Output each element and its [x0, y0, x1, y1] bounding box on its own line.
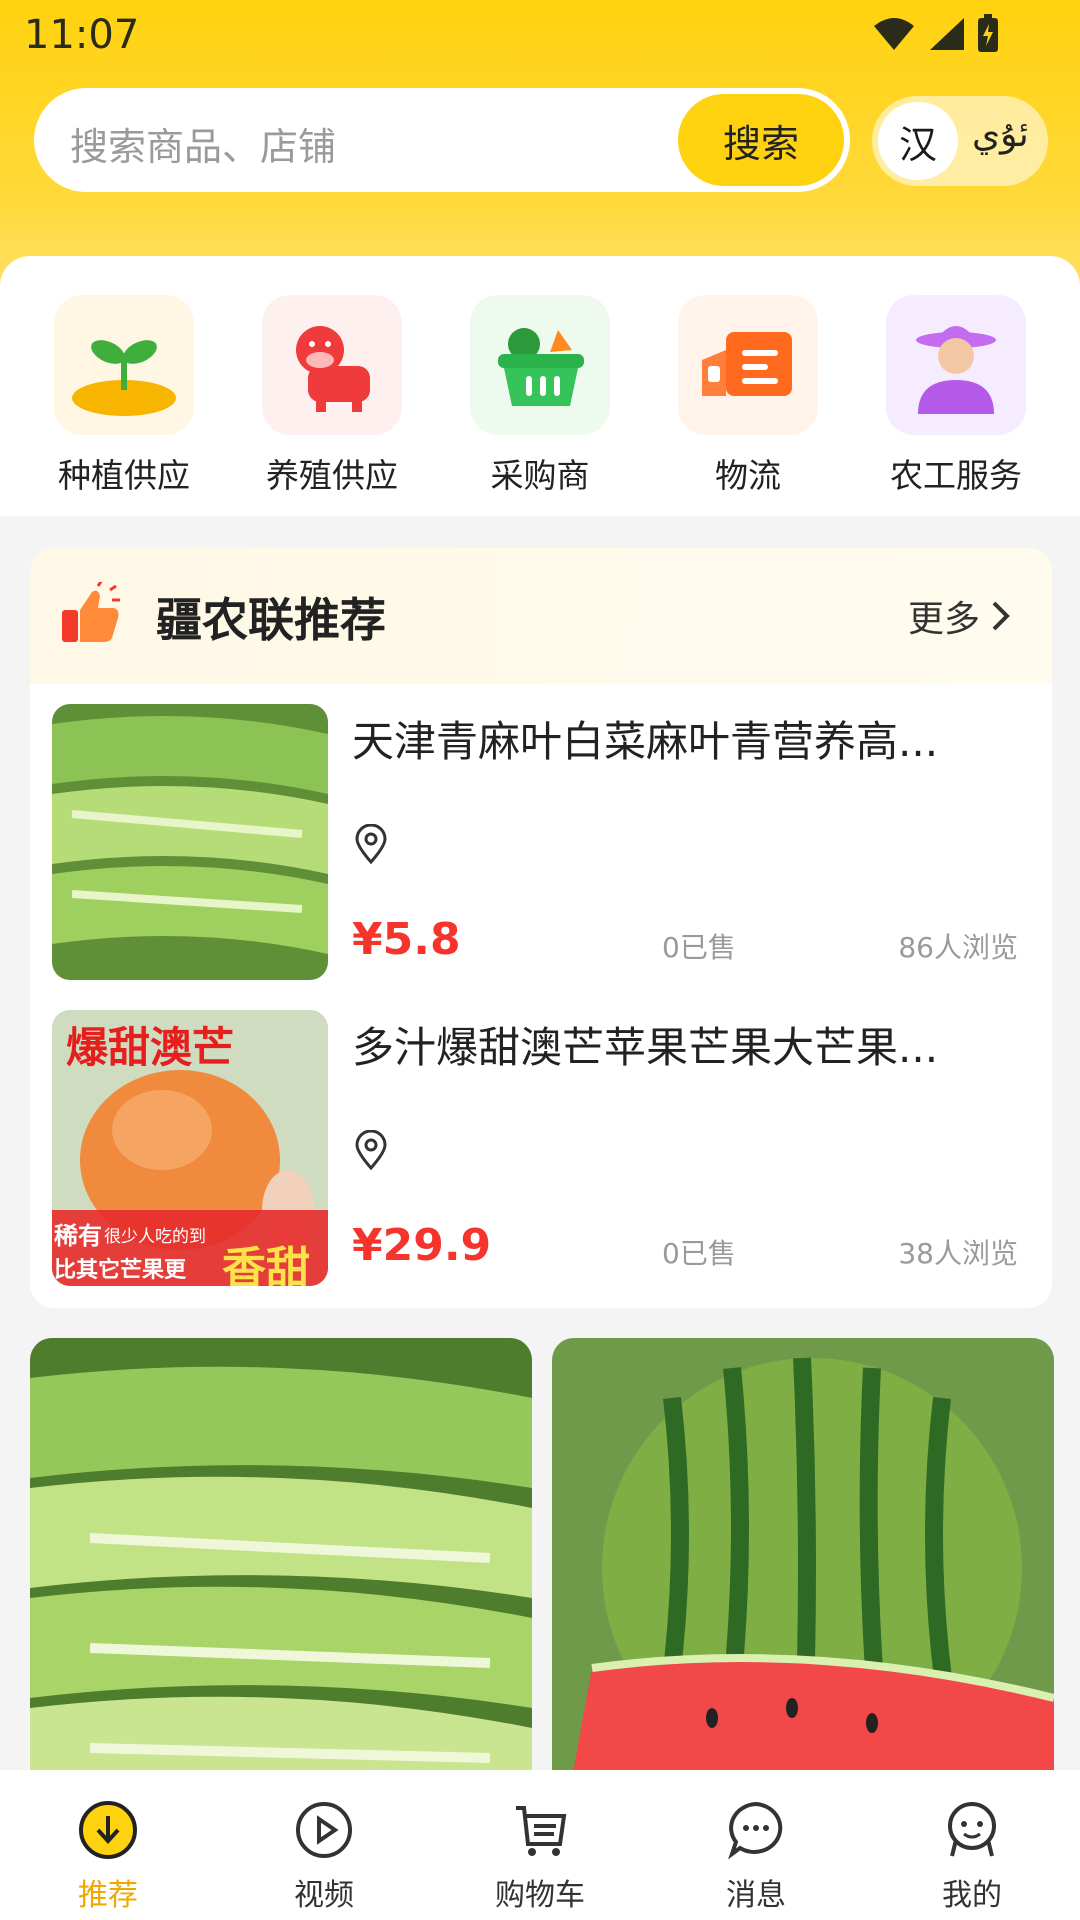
- sprout-icon: [54, 295, 194, 435]
- tab-label: 我的: [942, 1878, 1002, 1913]
- category-planting[interactable]: 种植供应: [34, 295, 214, 497]
- cabbage-tile-image: [30, 1338, 532, 1778]
- language-uyghur-button[interactable]: ئۇي: [972, 114, 1029, 155]
- tab-label: 购物车: [495, 1878, 585, 1913]
- play-icon: [296, 1802, 352, 1858]
- bottom-tab-bar: 推荐 视频 购物车 消息 我的: [0, 1770, 1080, 1920]
- recommend-section: 疆农联推荐 更多 天津青麻叶白菜麻叶青营养高... ¥5.8 0已售 86人浏览: [30, 548, 1052, 1308]
- tab-profile[interactable]: 我的: [892, 1800, 1052, 1914]
- location-pin-icon: [355, 1130, 387, 1170]
- category-grid: 种植供应 养殖供应 采购商 物流 农工服务: [0, 295, 1080, 497]
- status-icons: [872, 14, 1000, 54]
- mango-image-sweet: 香甜: [222, 1243, 310, 1286]
- product-sold: 0已售: [662, 1237, 736, 1270]
- profile-icon: [948, 1801, 996, 1857]
- more-label: 更多: [907, 599, 980, 640]
- product-tile-cabbage[interactable]: [30, 1338, 532, 1778]
- wifi-icon: [874, 18, 914, 50]
- product-views: 38人浏览: [898, 1237, 1018, 1270]
- product-image-cabbage: [52, 704, 328, 980]
- battery-icon: [978, 14, 998, 52]
- category-label: 农工服务: [890, 456, 1022, 495]
- product-tile-watermelon[interactable]: [552, 1338, 1054, 1778]
- language-chinese-button[interactable]: 汉: [878, 102, 958, 180]
- category-logistics[interactable]: 物流: [658, 295, 838, 497]
- category-label: 养殖供应: [266, 456, 398, 495]
- chevron-right-icon: [992, 601, 1010, 631]
- message-icon: [728, 1801, 783, 1860]
- location-pin-icon: [355, 824, 387, 864]
- mango-image-few: 很少人吃的到: [104, 1227, 206, 1247]
- mango-image-compare: 比其它芒果更: [54, 1258, 187, 1283]
- search-input[interactable]: 搜索商品、店铺: [70, 116, 336, 171]
- language-toggle[interactable]: 汉 ئۇي: [872, 96, 1048, 186]
- product-name: 天津青麻叶白菜麻叶青营养高...: [352, 717, 939, 766]
- watermelon-tile-image: [552, 1338, 1054, 1778]
- mango-image-headline: 爆甜澳芒: [66, 1023, 235, 1072]
- thumbs-up-icon: [62, 582, 120, 642]
- category-farm-service[interactable]: 农工服务: [866, 295, 1046, 497]
- mango-image-rare: 稀有: [54, 1222, 102, 1250]
- category-label: 种植供应: [58, 456, 190, 495]
- tab-label: 视频: [294, 1878, 354, 1913]
- search-button[interactable]: 搜索: [678, 94, 844, 186]
- product-image-mango: 爆甜澳芒 稀有 很少人吃的到 比其它芒果更 香甜: [52, 1010, 328, 1286]
- cow-icon: [262, 295, 402, 435]
- product-item[interactable]: 天津青麻叶白菜麻叶青营养高... ¥5.8 0已售 86人浏览: [52, 704, 1032, 980]
- product-views: 86人浏览: [898, 931, 1018, 964]
- category-breeding[interactable]: 养殖供应: [242, 295, 422, 497]
- category-label: 物流: [715, 456, 781, 495]
- tab-messages[interactable]: 消息: [676, 1800, 836, 1914]
- cart-icon: [516, 1806, 567, 1856]
- signal-icon: [930, 18, 964, 50]
- category-buyer[interactable]: 采购商: [450, 295, 630, 497]
- category-label: 采购商: [490, 456, 590, 495]
- search-bar[interactable]: 搜索商品、店铺 搜索: [34, 88, 850, 192]
- download-circle-icon: [79, 1801, 137, 1859]
- tab-label: 推荐: [78, 1878, 138, 1913]
- recommend-title: 疆农联推荐: [156, 593, 386, 647]
- status-bar: 11:07: [0, 0, 1080, 76]
- product-item[interactable]: 爆甜澳芒 稀有 很少人吃的到 比其它芒果更 香甜 多汁爆甜澳芒苹果芒果大芒果..…: [52, 1010, 1032, 1286]
- product-sold: 0已售: [662, 931, 736, 964]
- tab-label: 消息: [726, 1878, 786, 1913]
- more-link[interactable]: 更多: [908, 590, 1012, 642]
- tab-video[interactable]: 视频: [244, 1800, 404, 1914]
- recommend-header: 疆农联推荐 更多: [30, 548, 1052, 684]
- tab-cart[interactable]: 购物车: [460, 1800, 620, 1914]
- status-time: 11:07: [24, 12, 140, 58]
- product-price: ¥29.9: [352, 1220, 492, 1271]
- basket-icon: [470, 295, 610, 435]
- product-price: ¥5.8: [352, 914, 461, 965]
- farmer-icon: [886, 295, 1026, 435]
- tab-recommend[interactable]: 推荐: [28, 1800, 188, 1914]
- truck-icon: [678, 295, 818, 435]
- product-name: 多汁爆甜澳芒苹果芒果大芒果...: [352, 1023, 939, 1072]
